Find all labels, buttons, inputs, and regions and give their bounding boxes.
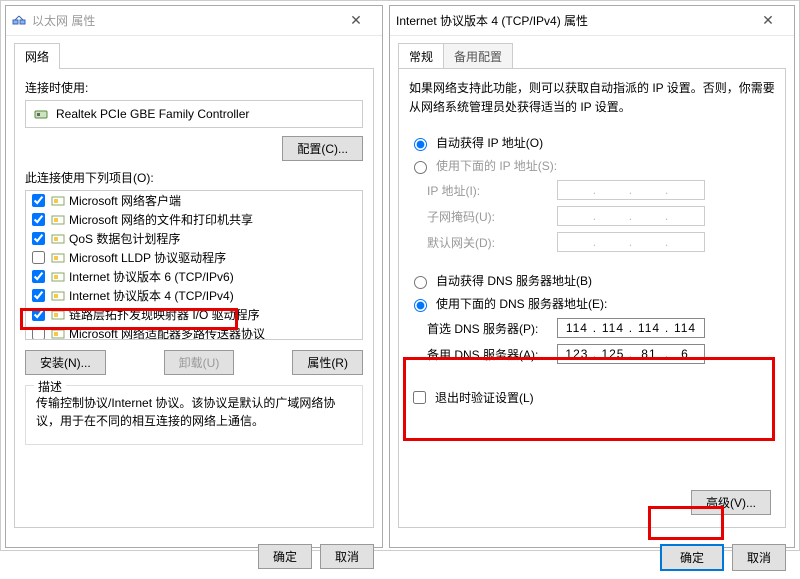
item-label: Internet 协议版本 6 (TCP/IPv6) [69,268,234,285]
ethernet-tabs: 网络 [6,42,382,68]
subnet-row: 子网掩码(U): ... [409,203,775,229]
list-item[interactable]: Internet 协议版本 6 (TCP/IPv6) [26,267,362,286]
ip-address-input: ... [557,180,705,200]
protocol-list[interactable]: Microsoft 网络客户端 Microsoft 网络的文件和打印机共享 QoS … [25,190,363,340]
list-item[interactable]: QoS 数据包计划程序 [26,229,362,248]
item-label: Internet 协议版本 4 (TCP/IPv4) [69,287,234,304]
adapter-name: Realtek PCIe GBE Family Controller [56,107,249,121]
ethernet-title: 以太网 属性 [32,12,95,29]
alternate-dns-input[interactable]: 123. 125. 81. 6 [557,344,705,364]
configure-button[interactable]: 配置(C)... [282,136,363,161]
ethernet-titlebar: 以太网 属性 ✕ [6,6,382,36]
ethernet-cancel-button[interactable]: 取消 [320,544,374,569]
protocol-icon [51,252,65,264]
radio-manual-ip[interactable]: 使用下面的 IP 地址(S): [409,154,775,177]
radio-manual-dns-input[interactable] [414,299,427,312]
description-box: 描述 传输控制协议/Internet 协议。该协议是默认的广域网络协议，用于在不… [25,385,363,445]
ipv4-panel: 如果网络支持此功能，则可以获取自动指派的 IP 设置。否则，你需要从网络系统管理… [398,68,786,528]
uninstall-button: 卸载(U) [164,350,235,375]
close-icon[interactable]: ✕ [336,12,376,29]
ipv4-titlebar: Internet 协议版本 4 (TCP/IPv4) 属性 ✕ [390,6,794,36]
radio-manual-ip-label: 使用下面的 IP 地址(S): [436,157,557,174]
ip-address-label: IP 地址(I): [427,182,557,199]
item-checkbox[interactable] [32,194,45,207]
properties-button[interactable]: 属性(R) [292,350,363,375]
list-item[interactable]: Internet 协议版本 4 (TCP/IPv4) [26,286,362,305]
validate-on-exit[interactable]: 退出时验证设置(L) [409,385,775,410]
ipv4-properties-window: Internet 协议版本 4 (TCP/IPv4) 属性 ✕ 常规 备用配置 … [389,5,795,548]
radio-auto-dns-input[interactable] [414,276,427,289]
alternate-dns-row: 备用 DNS 服务器(A): 123. 125. 81. 6 [409,341,775,367]
gateway-label: 默认网关(D): [427,234,557,251]
list-item[interactable]: 链路层拓扑发现映射器 I/O 驱动程序 [26,305,362,324]
protocol-icon [51,214,65,226]
radio-manual-dns[interactable]: 使用下面的 DNS 服务器地址(E): [409,292,775,315]
uses-following-label: 此连接使用下列项目(O): [25,169,363,186]
adapter-icon [34,107,48,121]
item-checkbox[interactable] [32,251,45,264]
ipv4-bottom-buttons: 确定 取消 [390,536,794,579]
item-checkbox[interactable] [32,289,45,302]
list-item[interactable]: Microsoft LLDP 协议驱动程序 [26,248,362,267]
item-label: QoS 数据包计划程序 [69,230,180,247]
item-checkbox[interactable] [32,213,45,226]
item-label: Microsoft 网络客户端 [69,192,181,209]
list-item[interactable]: Microsoft 网络适配器多路传送器协议 [26,324,362,340]
protocol-icon [51,328,65,340]
tab-alt-config[interactable]: 备用配置 [443,43,513,69]
ipv4-tabs: 常规 备用配置 [390,42,794,68]
item-checkbox[interactable] [32,232,45,245]
close-icon[interactable]: ✕ [748,12,788,29]
ethernet-properties-window: 以太网 属性 ✕ 网络 连接时使用: Realtek PCIe GBE Fami… [5,5,383,548]
description-heading: 描述 [34,378,66,395]
list-item[interactable]: Microsoft 网络客户端 [26,191,362,210]
validate-label: 退出时验证设置(L) [435,389,534,406]
ethernet-panel: 连接时使用: Realtek PCIe GBE Family Controlle… [14,68,374,528]
gateway-input: ... [557,232,705,252]
connect-using-label: 连接时使用: [25,79,363,96]
item-label: Microsoft 网络适配器多路传送器协议 [69,325,265,340]
item-checkbox[interactable] [32,327,45,340]
ipv4-ok-button[interactable]: 确定 [660,544,724,571]
radio-manual-ip-input[interactable] [414,161,427,174]
ipv4-intro: 如果网络支持此功能，则可以获取自动指派的 IP 设置。否则，你需要从网络系统管理… [409,79,775,117]
description-text: 传输控制协议/Internet 协议。该协议是默认的广域网络协议，用于在不同的相… [36,394,352,430]
item-checkbox[interactable] [32,270,45,283]
protocol-icon [51,233,65,245]
ethernet-ok-button[interactable]: 确定 [258,544,312,569]
protocol-icon [51,309,65,321]
radio-auto-ip-input[interactable] [414,138,427,151]
preferred-dns-row: 首选 DNS 服务器(P): 114. 114. 114. 114 [409,315,775,341]
adapter-box: Realtek PCIe GBE Family Controller [25,100,363,128]
validate-checkbox[interactable] [413,391,426,404]
ethernet-bottom-buttons: 确定 取消 [6,536,382,577]
item-label: 链路层拓扑发现映射器 I/O 驱动程序 [69,306,260,323]
tab-general[interactable]: 常规 [398,43,444,69]
radio-auto-ip-label: 自动获得 IP 地址(O) [436,134,543,151]
radio-auto-dns[interactable]: 自动获得 DNS 服务器地址(B) [409,269,775,292]
subnet-label: 子网掩码(U): [427,208,557,225]
ipv4-title: Internet 协议版本 4 (TCP/IPv4) 属性 [396,12,588,29]
list-item[interactable]: Microsoft 网络的文件和打印机共享 [26,210,362,229]
radio-auto-ip[interactable]: 自动获得 IP 地址(O) [409,131,775,154]
preferred-dns-label: 首选 DNS 服务器(P): [427,320,557,337]
preferred-dns-input[interactable]: 114. 114. 114. 114 [557,318,705,338]
radio-manual-dns-label: 使用下面的 DNS 服务器地址(E): [436,295,607,312]
tab-network[interactable]: 网络 [14,43,60,69]
gateway-row: 默认网关(D): ... [409,229,775,255]
protocol-icon [51,271,65,283]
ip-address-row: IP 地址(I): ... [409,177,775,203]
item-label: Microsoft 网络的文件和打印机共享 [69,211,253,228]
advanced-button[interactable]: 高级(V)... [691,490,771,515]
protocol-icon [51,290,65,302]
protocol-icon [51,195,65,207]
item-checkbox[interactable] [32,308,45,321]
radio-auto-dns-label: 自动获得 DNS 服务器地址(B) [436,272,592,289]
ipv4-cancel-button[interactable]: 取消 [732,544,786,571]
network-icon [12,14,26,28]
item-label: Microsoft LLDP 协议驱动程序 [69,249,226,266]
install-button[interactable]: 安装(N)... [25,350,106,375]
alternate-dns-label: 备用 DNS 服务器(A): [427,346,557,363]
subnet-input: ... [557,206,705,226]
